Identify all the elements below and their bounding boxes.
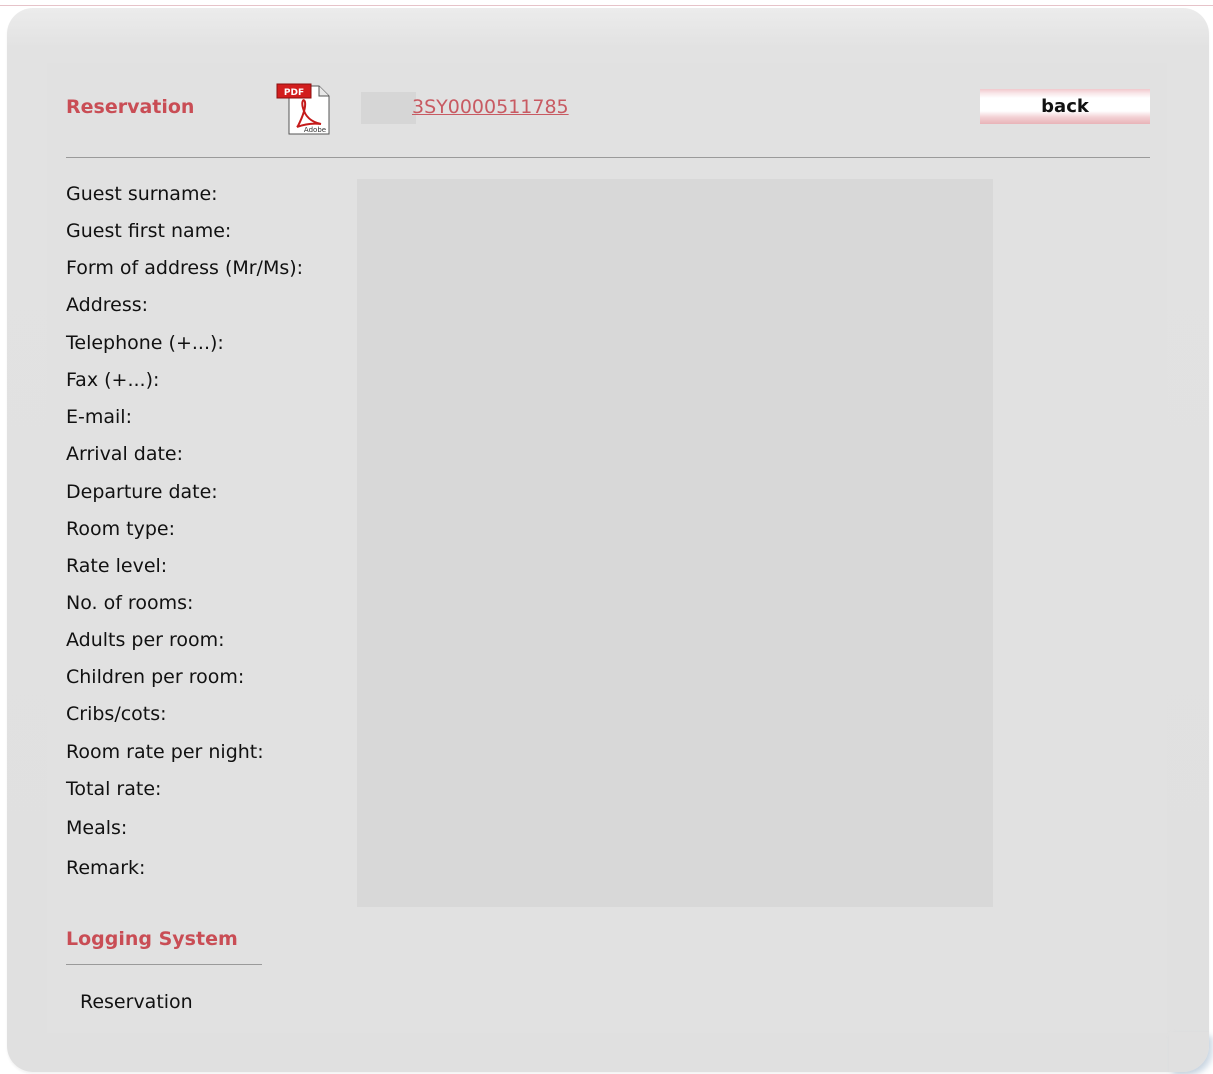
reservation-number-link[interactable]: 3SY0000511785 [412, 96, 569, 118]
field-label-room-rate-per-night: Room rate per night: [66, 741, 264, 763]
field-label-email: E-mail: [66, 406, 132, 428]
logging-divider [66, 964, 262, 965]
header-divider [66, 157, 1150, 158]
field-label-adults-per-room: Adults per room: [66, 629, 225, 651]
field-label-guest-surname: Guest surname: [66, 183, 218, 205]
svg-text:Adobe: Adobe [304, 126, 326, 134]
page-title: Reservation [66, 96, 195, 118]
field-values-area [357, 179, 993, 907]
field-label-rate-level: Rate level: [66, 555, 168, 577]
field-label-telephone: Telephone (+...): [66, 332, 224, 354]
field-label-guest-first-name: Guest first name: [66, 220, 232, 242]
field-label-meals: Meals: [66, 817, 128, 839]
back-button[interactable]: back [980, 89, 1150, 124]
field-label-fax: Fax (+...): [66, 369, 160, 391]
pdf-icon[interactable]: PDF Adobe [275, 82, 331, 136]
field-label-room-type: Room type: [66, 518, 175, 540]
svg-text:PDF: PDF [284, 88, 304, 98]
field-label-total-rate: Total rate: [66, 778, 162, 800]
top-rule [0, 5, 1213, 6]
field-label-no-of-rooms: No. of rooms: [66, 592, 194, 614]
field-label-cribs-cots: Cribs/cots: [66, 703, 167, 725]
field-label-departure-date: Departure date: [66, 481, 218, 503]
field-label-arrival-date: Arrival date: [66, 443, 184, 465]
field-label-form-of-address: Form of address (Mr/Ms): [66, 257, 304, 279]
field-label-remark: Remark: [66, 857, 146, 879]
field-label-children-per-room: Children per room: [66, 666, 245, 688]
logging-item-reservation[interactable]: Reservation [80, 991, 193, 1013]
logging-system-title: Logging System [66, 928, 238, 950]
frame-corner-shadow [1169, 1032, 1209, 1072]
redaction-block [361, 92, 416, 124]
field-label-address: Address: [66, 294, 149, 316]
